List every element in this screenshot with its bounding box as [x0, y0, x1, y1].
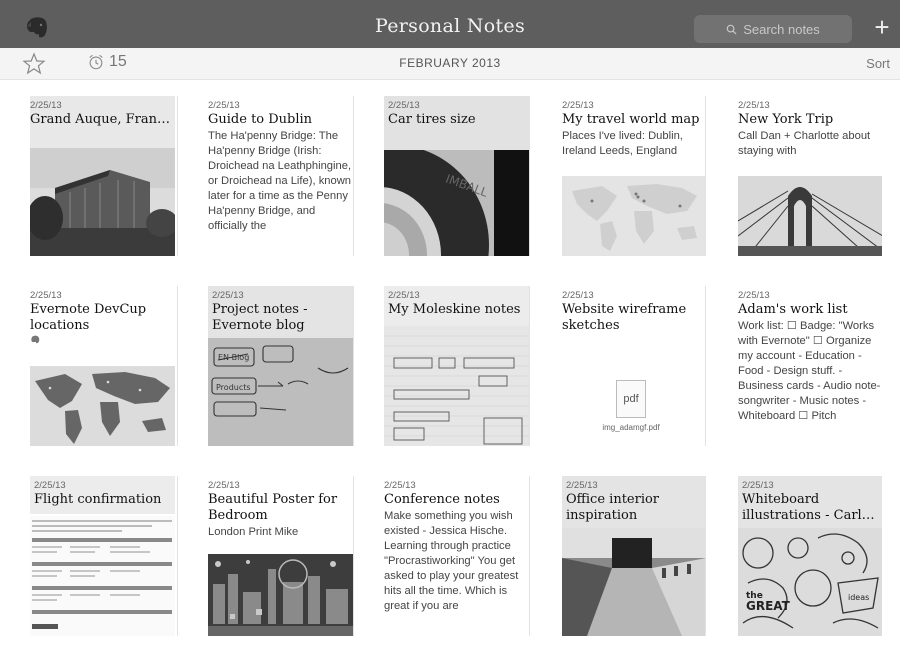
note-thumbnail-flight-document: [30, 516, 175, 636]
note-title: My Moleskine notes: [388, 302, 521, 317]
svg-text:EN Blog: EN Blog: [218, 353, 249, 362]
note-card[interactable]: 2/25/13 Guide to Dublin The Ha'penny Bri…: [194, 96, 354, 258]
note-date: 2/25/13: [34, 480, 66, 491]
note-date: 2/25/13: [384, 480, 416, 491]
note-date: 2/25/13: [208, 480, 240, 491]
note-date: 2/25/13: [738, 290, 770, 301]
note-card[interactable]: 2/25/13 Grand Auque, Fran…: [18, 96, 178, 258]
attachment-filename: img_adamgf.pdf: [602, 423, 660, 432]
note-title: Flight confirmation: [34, 492, 162, 507]
note-snippet: Work list: ☐ Badge: "Works with Evernote…: [738, 320, 881, 422]
pdf-file-icon: pdf: [616, 380, 646, 418]
alarm-clock-icon: [89, 54, 103, 70]
note-date: 2/25/13: [388, 100, 420, 111]
sub-bar: 15 FEBRUARY 2013 Sort: [0, 48, 900, 80]
note-title: Guide to Dublin: [208, 112, 313, 127]
note-card[interactable]: 2/25/13 New York Trip Call Dan + Charlot…: [722, 96, 882, 258]
note-card[interactable]: 2/25/13 Project notes - Evernote blog EN…: [194, 286, 354, 448]
note-snippet: London Print Mike: [208, 526, 299, 538]
note-date: 2/25/13: [30, 290, 62, 301]
note-date: 2/25/13: [388, 290, 420, 301]
note-title: New York Trip: [738, 112, 834, 127]
note-snippet: The Ha'penny Bridge: The Ha'penny Bridge…: [208, 130, 352, 232]
note-thumbnail-moleskine: [384, 326, 529, 446]
svg-text:Products: Products: [216, 383, 251, 392]
note-title: My travel world map: [562, 112, 700, 127]
attachment[interactable]: pdf img_adamgf.pdf: [591, 380, 671, 432]
note-thumbnail-doodles: the GREAT ideas: [738, 528, 882, 636]
note-date: 2/25/13: [738, 100, 770, 111]
reminders-button[interactable]: 15: [87, 53, 127, 71]
note-snippet: Call Dan + Charlotte about staying with: [738, 130, 871, 157]
note-title: Website wireframe sketches: [562, 302, 687, 333]
note-card[interactable]: 2/25/13 Adam's work list Work list: ☐ Ba…: [722, 286, 882, 448]
sort-button[interactable]: Sort: [866, 56, 890, 71]
note-title: Whiteboard illustrations - Carl…: [742, 492, 875, 523]
note-date: 2/25/13: [562, 100, 594, 111]
note-thumbnail-tire: IMBALL: [384, 150, 529, 256]
note-date: 2/25/13: [30, 100, 62, 111]
note-card[interactable]: 2/25/13 Website wireframe sketches pdf i…: [546, 286, 706, 448]
search-input[interactable]: Search notes: [694, 15, 852, 43]
note-snippet: Make something you wish existed - Jessic…: [384, 510, 519, 612]
note-thumbnail-world-map: [562, 176, 706, 256]
note-card[interactable]: 2/25/13 Office interior inspiration: [546, 476, 706, 638]
note-snippet: Places I've lived: Dublin, Ireland Leeds…: [562, 130, 683, 157]
note-thumbnail-whiteboard-notes: EN Blog Products: [208, 338, 353, 446]
note-thumbnail-map: [30, 366, 175, 446]
month-heading: FEBRUARY 2013: [399, 56, 501, 70]
note-thumbnail-office-interior: [562, 528, 706, 636]
note-date: 2/25/13: [208, 100, 240, 111]
plus-icon[interactable]: +: [870, 14, 894, 42]
note-title: Evernote DevCup locations: [30, 302, 147, 333]
note-title: Beautiful Poster for Bedroom: [208, 492, 338, 523]
note-card[interactable]: 2/25/13 Flight confirmation: [18, 476, 178, 638]
search-icon: [726, 24, 737, 35]
note-card[interactable]: 2/25/13 Evernote DevCup locations: [18, 286, 178, 448]
note-title: Project notes - Evernote blog: [212, 302, 308, 333]
note-thumbnail-bridge: [738, 176, 882, 256]
note-thumbnail-barn: [30, 148, 175, 256]
notes-grid: 2/25/13 Grand Auque, Fran… 2/25/13 Guide…: [18, 96, 900, 656]
reminder-count: 15: [109, 53, 127, 70]
note-title: Car tires size: [388, 112, 476, 127]
note-card[interactable]: 2/25/13 My Moleskine notes: [370, 286, 530, 448]
note-date: 2/25/13: [566, 480, 598, 491]
evernote-elephant-icon: [31, 335, 40, 344]
note-title: Office interior inspiration: [566, 492, 660, 523]
note-card[interactable]: 2/25/13 Conference notes Make something …: [370, 476, 530, 638]
search-placeholder: Search notes: [743, 21, 820, 37]
svg-text:ideas: ideas: [848, 593, 869, 602]
evernote-elephant-icon[interactable]: [24, 16, 50, 40]
note-card[interactable]: 2/25/13 Whiteboard illustrations - Carl……: [722, 476, 882, 638]
note-card[interactable]: 2/25/13 Car tires size IMBALL: [370, 96, 530, 258]
note-title: Grand Auque, Fran…: [30, 112, 170, 127]
note-title: Conference notes: [384, 492, 500, 507]
note-date: 2/25/13: [742, 480, 774, 491]
note-thumbnail-london-poster: [208, 554, 353, 636]
note-date: 2/25/13: [212, 290, 244, 301]
note-date: 2/25/13: [562, 290, 594, 301]
note-card[interactable]: 2/25/13 My travel world map Places I've …: [546, 96, 706, 258]
note-title: Adam's work list: [738, 302, 848, 317]
svg-text:GREAT: GREAT: [746, 599, 791, 613]
star-icon[interactable]: [22, 52, 46, 76]
note-card[interactable]: 2/25/13 Beautiful Poster for Bedroom Lon…: [194, 476, 354, 638]
